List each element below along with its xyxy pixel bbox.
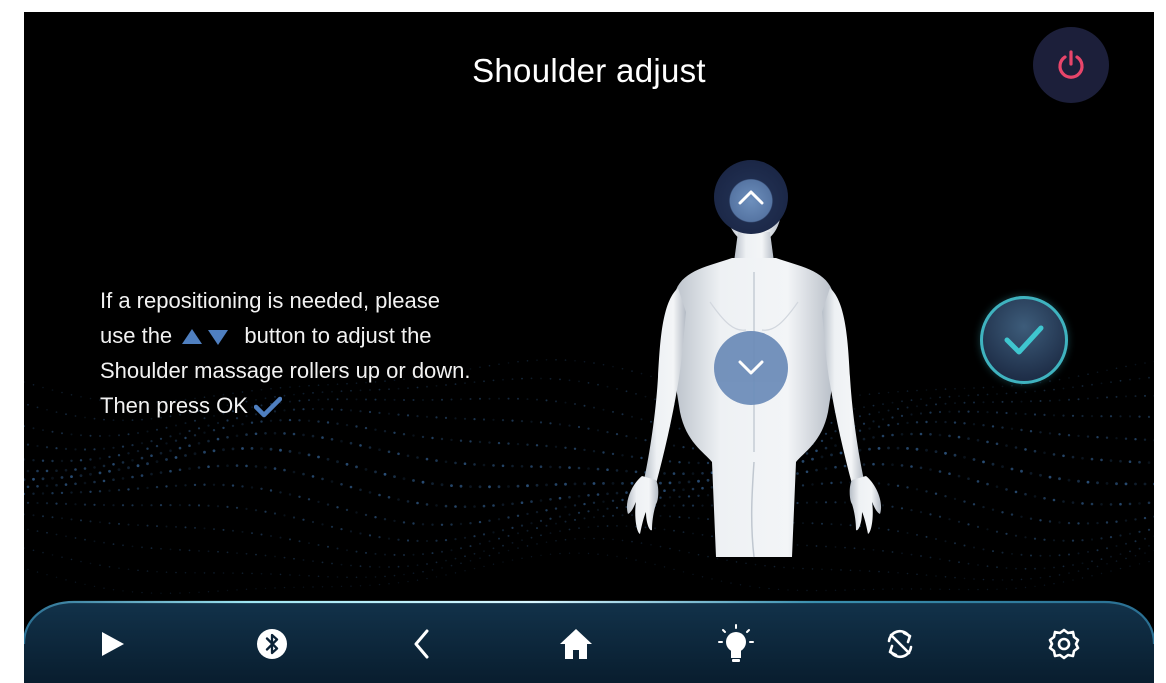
home-icon [560, 629, 592, 659]
nav-home-button[interactable] [548, 616, 604, 672]
nav-bluetooth-button[interactable] [244, 616, 300, 672]
instruction-line-3: Shoulder massage rollers up or down. [100, 358, 471, 383]
instruction-line-2-suffix: button to adjust the [238, 323, 432, 348]
ok-check-icon [254, 396, 283, 418]
power-icon [1058, 50, 1084, 79]
light-bulb-icon [718, 624, 754, 662]
instruction-line-4-text: Then press OK [100, 393, 255, 418]
instruction-text: If a repositioning is needed, please use… [100, 283, 600, 423]
play-icon [102, 632, 124, 656]
sync-icon [887, 629, 913, 659]
screen: Shoulder adjust If a repositioning is ne… [24, 12, 1154, 683]
settings-icon [1048, 628, 1080, 660]
back-icon [414, 629, 429, 659]
roller-up-button[interactable] [714, 160, 788, 234]
bluetooth-icon [257, 629, 287, 659]
nav-play-button[interactable] [84, 616, 140, 672]
chevron-down-icon [738, 360, 764, 375]
up-down-arrows-icon [182, 329, 229, 346]
instruction-line-1: If a repositioning is needed, please [100, 288, 441, 313]
nav-back-button[interactable] [394, 616, 450, 672]
ok-button[interactable] [980, 296, 1068, 384]
nav-light-button[interactable] [708, 616, 764, 672]
instruction-line-4: Then press OK [100, 388, 600, 423]
instruction-line-2-prefix: use the [100, 323, 179, 348]
chevron-up-icon [738, 190, 764, 205]
power-button[interactable] [1033, 27, 1109, 103]
nav-settings-button[interactable] [1036, 616, 1092, 672]
checkmark-icon [1004, 325, 1044, 355]
roller-down-button[interactable] [714, 331, 788, 405]
bottom-nav-bar [24, 596, 1154, 683]
nav-sync-button[interactable] [872, 616, 928, 672]
page-title: Shoulder adjust [472, 52, 706, 89]
instruction-line-2: use the button to adjust the [100, 318, 600, 353]
